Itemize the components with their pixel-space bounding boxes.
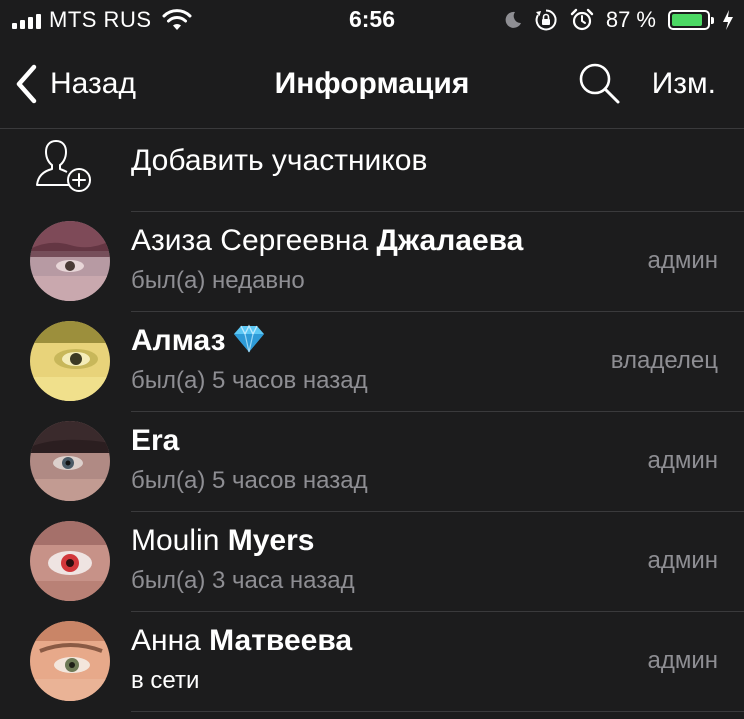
member-name: Анна Матвеева	[131, 624, 352, 658]
charging-bolt-icon	[723, 10, 733, 30]
member-row[interactable]: Анна Матвеева в сети админ	[0, 611, 744, 711]
member-role: админ	[647, 247, 718, 274]
member-status: был(а) 3 часа назад	[131, 567, 355, 594]
member-row[interactable]: Moulin Myers был(а) 3 часа назад админ	[0, 511, 744, 611]
member-name: Era	[131, 424, 179, 458]
rotation-lock-icon	[535, 9, 557, 31]
member-first-name: Азиза Сергеевна	[131, 224, 377, 257]
diamond-emoji-icon	[234, 324, 265, 353]
avatar	[30, 421, 110, 501]
search-icon[interactable]	[577, 61, 621, 105]
avatar	[30, 621, 110, 701]
alarm-icon	[570, 8, 594, 31]
status-right: 87 %	[504, 7, 734, 33]
avatar	[30, 221, 110, 301]
member-row[interactable]: Era был(а) 5 часов назад админ	[0, 411, 744, 511]
member-last-name: Era	[131, 424, 180, 457]
status-bar: MTS RUS 6:56 87 %	[0, 0, 744, 40]
battery-icon	[668, 10, 714, 30]
member-last-name: Алмаз	[131, 324, 226, 357]
avatar	[30, 521, 110, 601]
member-first-name: Анна	[131, 624, 210, 657]
member-status: в сети	[131, 667, 200, 694]
battery-percent: 87 %	[605, 7, 656, 32]
member-name: Азиза Сергеевна Джалаева	[131, 224, 523, 258]
back-label: Назад	[50, 67, 136, 100]
add-members-label: Добавить участников	[131, 144, 428, 177]
member-row[interactable]: Алмаз был(а) 5 часов назад владелец	[0, 311, 744, 411]
member-first-name: Moulin	[131, 524, 228, 557]
navigation-bar: Назад Информация Изм.	[0, 40, 744, 129]
add-members-button[interactable]: Добавить участников	[0, 129, 744, 211]
battery-fill	[672, 14, 702, 26]
back-button[interactable]: Назад	[14, 64, 136, 104]
member-name: Moulin Myers	[131, 524, 314, 558]
battery-cap	[711, 17, 714, 24]
edit-button[interactable]: Изм.	[652, 67, 716, 101]
member-role: админ	[647, 447, 718, 474]
moon-icon	[505, 11, 521, 28]
member-role: админ	[647, 647, 718, 674]
member-role: владелец	[610, 347, 718, 374]
member-status: был(а) недавно	[131, 267, 305, 294]
member-status: был(а) 5 часов назад	[131, 467, 368, 494]
chevron-left-icon	[16, 64, 37, 104]
member-status: был(а) 5 часов назад	[131, 367, 368, 394]
avatar	[30, 321, 110, 401]
member-last-name: Джалаева	[376, 224, 524, 257]
member-role: админ	[647, 547, 718, 574]
member-last-name: Myers	[227, 524, 315, 557]
divider	[131, 711, 744, 712]
member-name: Алмаз	[131, 324, 267, 358]
add-user-icon	[36, 140, 91, 192]
member-row[interactable]: Азиза Сергеевна Джалаева был(а) недавно …	[0, 211, 744, 311]
member-last-name: Матвеева	[209, 624, 353, 657]
